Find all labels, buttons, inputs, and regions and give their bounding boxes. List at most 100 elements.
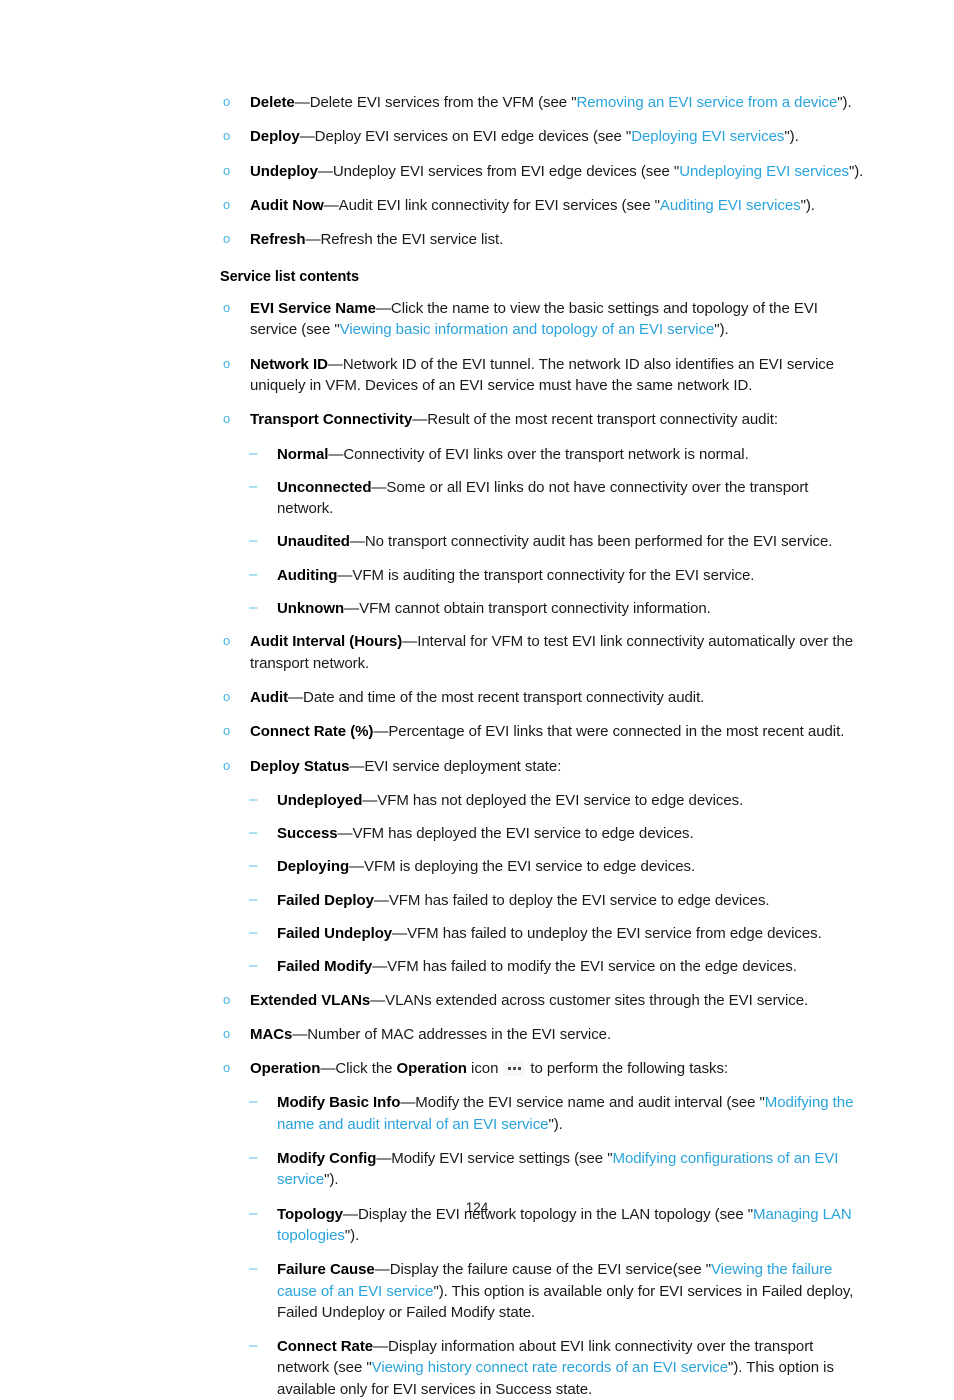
- term-label: Unaudited: [277, 533, 350, 551]
- item-text: VFM has not deployed the EVI service to …: [377, 791, 744, 809]
- em-dash: —: [370, 991, 386, 1009]
- term-label: Operation: [250, 1060, 321, 1078]
- bullet-dash-icon: –: [249, 1149, 258, 1167]
- cross-reference-link[interactable]: Undeploying EVI services: [679, 163, 849, 180]
- em-dash: —: [299, 128, 315, 146]
- list-item: – Failed Modify—VFM has failed to modify…: [247, 956, 868, 977]
- bullet-circle-icon: o: [223, 128, 231, 144]
- bullet-circle-icon: o: [223, 633, 231, 649]
- bullet-circle-icon: o: [223, 1025, 231, 1041]
- item-text: VLANs extended across customer sites thr…: [385, 991, 809, 1009]
- bullet-dash-icon: –: [249, 1337, 258, 1355]
- list-item: o Connect Rate (%)—Percentage of EVI lin…: [220, 721, 868, 742]
- list-item: – Deploying—VFM is deploying the EVI ser…: [247, 856, 868, 877]
- item-text-close: ").: [728, 1359, 743, 1377]
- em-dash: —: [400, 1094, 416, 1112]
- bullet-circle-icon: o: [223, 723, 231, 739]
- item-text-close: ").: [548, 1115, 563, 1133]
- term-label: EVI Service Name: [250, 300, 376, 318]
- cross-reference-link[interactable]: Viewing basic information and topology o…: [340, 321, 715, 338]
- term-label: Connect Rate (%): [250, 723, 374, 741]
- em-dash: —: [373, 891, 389, 909]
- em-dash: —: [349, 757, 365, 775]
- item-text: VFM has failed to modify the EVI service…: [387, 958, 797, 976]
- item-text: EVI service deployment state:: [364, 757, 562, 775]
- item-text-close: ").: [344, 1226, 360, 1244]
- list-item: o Audit Interval (Hours)—Interval for VF…: [220, 631, 868, 674]
- list-item: – Modify Config—Modify EVI service setti…: [247, 1148, 868, 1191]
- bullet-dash-icon: –: [249, 890, 258, 908]
- ellipsis-icon[interactable]: [503, 1060, 526, 1076]
- term-label: Audit Interval (Hours): [250, 633, 403, 651]
- item-text: VFM has failed to undeploy the EVI servi…: [407, 924, 822, 942]
- term-label: Normal: [277, 445, 329, 463]
- bullet-dash-icon: –: [249, 1093, 258, 1111]
- term-label: Extended VLANs: [250, 991, 371, 1009]
- item-text-tail: ").: [800, 196, 815, 214]
- item-text: Delete EVI services from the VFM (see ": [309, 94, 577, 111]
- em-dash: —: [372, 958, 388, 976]
- term-label: MACs: [250, 1025, 293, 1043]
- item-text: No transport connectivity audit has been…: [364, 533, 833, 551]
- item-text: Modify EVI service settings (see ": [391, 1150, 613, 1168]
- bullet-circle-icon: o: [223, 196, 231, 212]
- bullet-circle-icon: o: [223, 688, 231, 704]
- item-text-close: ").: [324, 1171, 339, 1189]
- bullet-dash-icon: –: [249, 857, 258, 875]
- list-item: – Connect Rate—Display information about…: [247, 1336, 868, 1400]
- bullet-circle-icon: o: [223, 94, 231, 109]
- item-text-tail: ").: [837, 94, 852, 111]
- term-label: Auditing: [277, 566, 338, 584]
- cross-reference-link[interactable]: Auditing EVI services: [660, 197, 801, 214]
- term-label: Audit Now: [250, 196, 324, 214]
- term-label: Undeployed: [277, 791, 363, 809]
- em-dash: —: [294, 94, 310, 111]
- list-item: o Audit—Date and time of the most recent…: [220, 687, 868, 708]
- em-dash: —: [320, 1060, 336, 1078]
- em-dash: —: [305, 231, 321, 249]
- item-text: Deploy EVI services on EVI edge devices …: [314, 128, 632, 146]
- term-label-inline: Operation: [396, 1060, 467, 1078]
- em-dash: —: [374, 1261, 390, 1279]
- em-dash: —: [376, 1150, 392, 1168]
- item-text-tail: to perform the following tasks:: [530, 1060, 729, 1078]
- em-dash: —: [412, 411, 428, 429]
- item-text: Modify the EVI service name and audit in…: [415, 1094, 765, 1112]
- cross-reference-link[interactable]: Deploying EVI services: [631, 128, 784, 145]
- bullet-circle-icon: o: [223, 411, 231, 427]
- term-label: Audit: [250, 688, 289, 706]
- item-text: VFM is auditing the transport connectivi…: [352, 566, 755, 584]
- item-text: Percentage of EVI links that were connec…: [388, 723, 845, 741]
- bullet-dash-icon: –: [249, 824, 258, 842]
- item-text: Result of the most recent transport conn…: [427, 411, 778, 429]
- item-text: Audit EVI link connectivity for EVI serv…: [338, 196, 660, 214]
- term-label: Deploy Status: [250, 757, 350, 775]
- bullet-circle-icon: o: [223, 355, 231, 371]
- em-dash: —: [288, 688, 304, 706]
- bullet-dash-icon: –: [249, 923, 258, 941]
- document-page: o Delete—Delete EVI services from the VF…: [0, 0, 954, 1398]
- list-item: o Delete—Delete EVI services from the VF…: [220, 92, 868, 113]
- bullet-dash-icon: –: [249, 477, 258, 495]
- bullet-circle-icon: o: [223, 300, 231, 316]
- list-item-operation: o Operation—Click the Operation icon to p…: [220, 1058, 868, 1079]
- em-dash: —: [328, 445, 344, 463]
- em-dash: —: [337, 566, 353, 584]
- ellipsis-dot: [508, 1066, 512, 1070]
- bullet-circle-icon: o: [223, 162, 231, 178]
- em-dash: —: [373, 1338, 389, 1356]
- item-text-close: ").: [433, 1282, 448, 1300]
- em-dash: —: [375, 300, 391, 318]
- bullet-circle-icon: o: [223, 231, 231, 247]
- cross-reference-link[interactable]: Removing an EVI service from a device: [576, 94, 837, 111]
- ellipsis-dot: [513, 1066, 517, 1070]
- em-dash: —: [362, 791, 378, 809]
- em-dash: —: [392, 924, 408, 942]
- em-dash: —: [349, 858, 365, 876]
- list-item: o Deploy Status—EVI service deployment s…: [220, 756, 868, 777]
- item-text: VFM has failed to deploy the EVI service…: [388, 891, 770, 909]
- cross-reference-link[interactable]: Viewing history connect rate records of …: [372, 1359, 728, 1376]
- term-label: Failed Deploy: [277, 891, 374, 909]
- term-label: Deploy: [250, 128, 300, 146]
- em-dash: —: [349, 533, 365, 551]
